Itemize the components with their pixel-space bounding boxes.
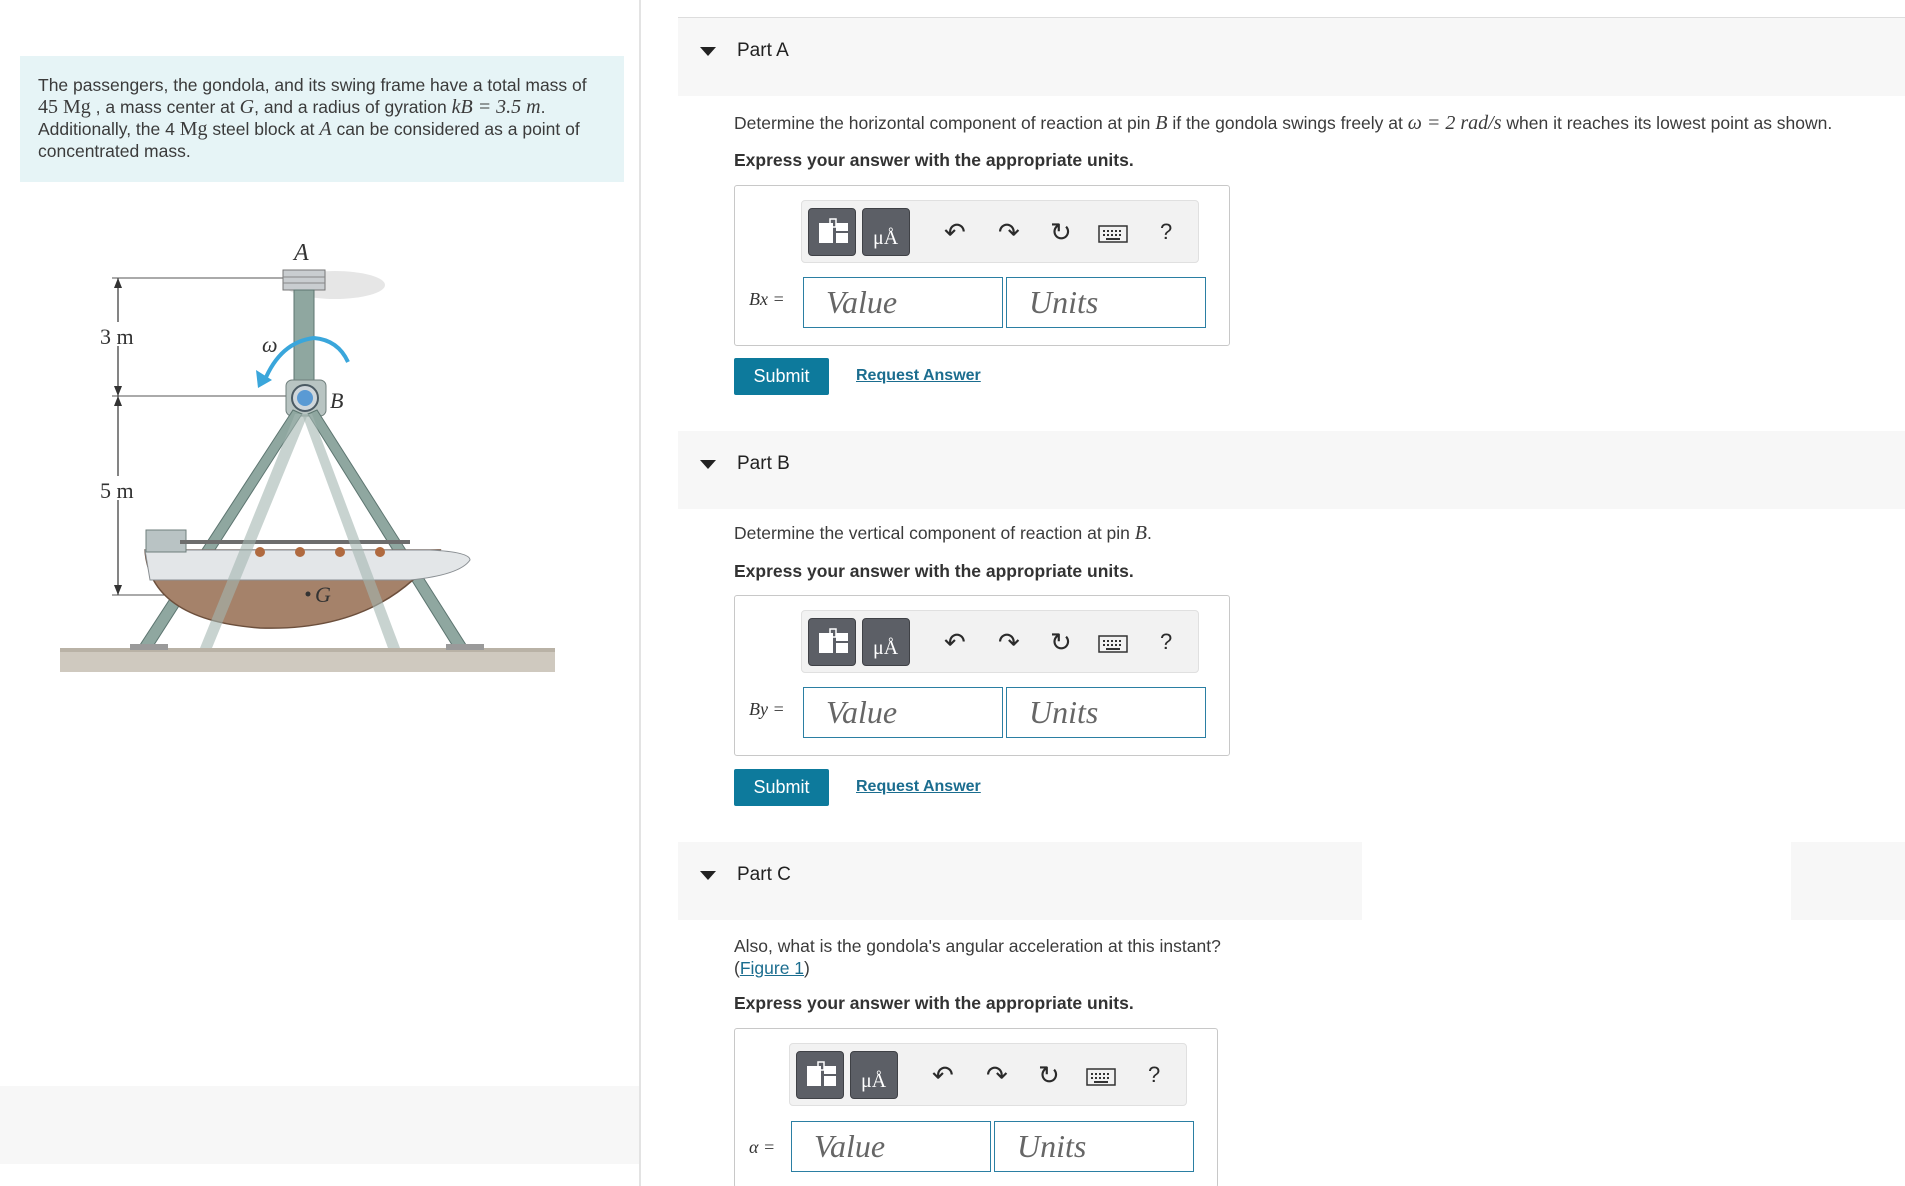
gondola-rail <box>180 540 410 544</box>
templates-button[interactable] <box>808 208 856 256</box>
dimension-5m: 5 m <box>100 478 134 503</box>
problem-pane: The passengers, the gondola, and its swi… <box>0 0 641 1186</box>
part-c-instruction: Express your answer with the appropriate… <box>734 993 1134 1013</box>
arrow-head <box>114 278 122 288</box>
units-icon: μÅ <box>873 227 899 249</box>
part-b-header[interactable]: Part B <box>678 431 1905 509</box>
mass-unit: Mg <box>179 118 208 140</box>
math-toolbar: μÅ ↶ ↷ ↻ ? <box>801 610 1199 673</box>
arrow-head <box>114 386 122 396</box>
keyboard-icon[interactable] <box>1098 635 1128 653</box>
answer-pane: Part A Determine the horizontal componen… <box>643 0 1905 1186</box>
part-a-instruction: Express your answer with the appropriate… <box>734 150 1134 170</box>
part-a-title: Part A <box>737 40 789 61</box>
redo-icon[interactable]: ↷ <box>986 1062 1008 1088</box>
by-value-input[interactable] <box>803 687 1003 738</box>
header-band <box>1791 842 1905 920</box>
foot-left <box>130 644 168 650</box>
units-icon: μÅ <box>873 637 899 659</box>
problem-text: , and a radius of gyration <box>254 97 447 117</box>
part-c-question: Also, what is the gondola's angular acce… <box>734 936 1221 978</box>
alpha-value-input[interactable] <box>791 1121 991 1172</box>
pin-center <box>297 390 313 406</box>
by-label: By = <box>749 699 785 719</box>
collapse-caret-icon[interactable] <box>700 871 716 880</box>
reset-icon[interactable]: ↻ <box>1050 629 1072 655</box>
steel-block <box>282 269 326 291</box>
part-a-answer-box: μÅ ↶ ↷ ↻ ? Bx = <box>734 185 1230 346</box>
undo-icon[interactable]: ↶ <box>944 629 966 655</box>
problem-text: steel block at <box>212 119 315 139</box>
problem-text: Additionally, the 4 <box>38 119 175 139</box>
bx-value-input[interactable] <box>803 277 1003 328</box>
part-b-answer-box: μÅ ↶ ↷ ↻ ? By = <box>734 595 1230 756</box>
bx-label: Bx = <box>749 289 785 309</box>
mass-center-G <box>305 591 311 597</box>
part-a-question: Determine the horizontal component of re… <box>734 112 1833 134</box>
units-button[interactable]: μÅ <box>862 618 910 666</box>
mass-value: 45 Mg <box>38 96 91 118</box>
gondola-deck <box>144 549 471 581</box>
ground <box>60 650 555 672</box>
arrow-head <box>114 396 122 406</box>
reset-icon[interactable]: ↻ <box>1050 219 1072 245</box>
label-B: B <box>330 388 343 413</box>
keyboard-icon[interactable] <box>1086 1068 1116 1086</box>
alpha-units-input[interactable] <box>994 1121 1194 1172</box>
part-c-header[interactable]: Part C <box>678 842 1362 920</box>
part-b-request-answer-link[interactable]: Request Answer <box>856 778 981 796</box>
problem-text: , a mass center at <box>95 97 235 117</box>
label-G: G <box>315 582 331 607</box>
templates-icon <box>819 218 848 243</box>
left-footer-band <box>0 1086 639 1164</box>
keyboard-icon[interactable] <box>1098 225 1128 243</box>
collapse-caret-icon[interactable] <box>700 460 716 469</box>
by-units-input[interactable] <box>1006 687 1206 738</box>
problem-text: The passengers, the gondola, and its swi… <box>38 75 587 95</box>
math-toolbar: μÅ ↶ ↷ ↻ ? <box>801 200 1199 263</box>
help-icon[interactable]: ? <box>1148 1062 1160 1088</box>
label-omega: ω <box>262 332 278 357</box>
reset-icon[interactable]: ↻ <box>1038 1062 1060 1088</box>
part-a-header[interactable]: Part A <box>678 18 1905 96</box>
collapse-caret-icon[interactable] <box>700 47 716 56</box>
figure-link[interactable]: Figure 1 <box>740 958 804 978</box>
arrow-head <box>114 585 122 595</box>
foot-right <box>446 644 484 650</box>
redo-icon[interactable]: ↷ <box>998 629 1020 655</box>
part-b-title: Part B <box>737 453 790 474</box>
dimension-3m: 3 m <box>100 324 134 349</box>
label-A: A <box>292 240 309 266</box>
help-icon[interactable]: ? <box>1160 219 1172 245</box>
bx-units-input[interactable] <box>1006 277 1206 328</box>
alpha-label: α = <box>749 1137 776 1157</box>
redo-icon[interactable]: ↷ <box>998 219 1020 245</box>
problem-text: . <box>540 97 546 117</box>
units-button[interactable]: μÅ <box>850 1051 898 1099</box>
part-a-request-answer-link[interactable]: Request Answer <box>856 367 981 385</box>
undo-icon[interactable]: ↶ <box>944 219 966 245</box>
units-icon: μÅ <box>861 1070 887 1092</box>
templates-button[interactable] <box>796 1051 844 1099</box>
part-b-question: Determine the vertical component of reac… <box>734 522 1152 544</box>
templates-icon <box>807 1061 836 1086</box>
help-icon[interactable]: ? <box>1160 629 1172 655</box>
problem-statement: The passengers, the gondola, and its swi… <box>20 56 624 182</box>
part-a-submit-button[interactable]: Submit <box>734 358 829 395</box>
units-button[interactable]: μÅ <box>862 208 910 256</box>
radius-of-gyration: kB = 3.5 m <box>451 96 541 118</box>
part-c-title: Part C <box>737 864 791 885</box>
part-c-answer-box: μÅ ↶ ↷ ↻ ? α = <box>734 1028 1218 1186</box>
mass-center-symbol: G <box>239 96 255 118</box>
point-symbol: A <box>319 118 332 140</box>
math-toolbar: μÅ ↶ ↷ ↻ ? <box>789 1043 1187 1106</box>
part-b-instruction: Express your answer with the appropriate… <box>734 561 1134 581</box>
part-b-submit-button[interactable]: Submit <box>734 769 829 806</box>
gondola-figure: 3 m 5 m A ω B G <box>60 240 555 672</box>
templates-button[interactable] <box>808 618 856 666</box>
templates-icon <box>819 628 848 653</box>
undo-icon[interactable]: ↶ <box>932 1062 954 1088</box>
